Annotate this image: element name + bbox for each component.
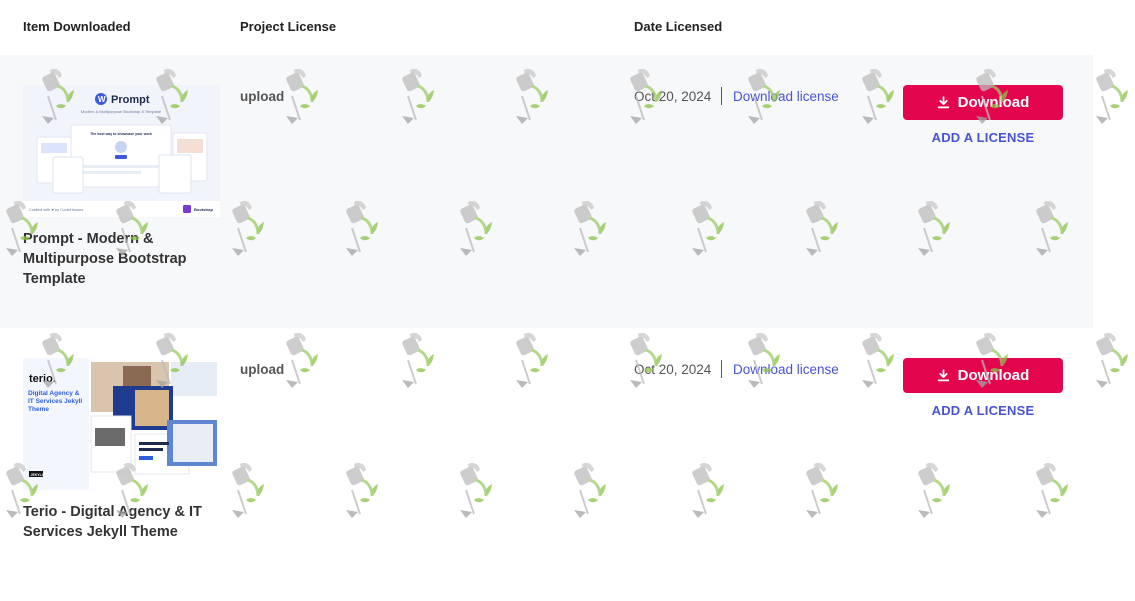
thumb-badge: JEKYLL <box>31 473 45 477</box>
watermark-icon <box>1090 330 1132 392</box>
download-button[interactable]: Download <box>903 358 1063 393</box>
separator <box>721 87 722 105</box>
thumb-tagline: Digital Agency & IT Services Jekyll Them… <box>28 390 83 413</box>
table-header: Item Downloaded Project License Date Lic… <box>0 0 1093 55</box>
download-button[interactable]: Download <box>903 85 1063 120</box>
item-thumbnail[interactable]: terio. Digital Agency & IT Services Jeky… <box>23 358 220 490</box>
table-row: W Prompt Modern & Multipurpose Bootstrap… <box>0 55 1093 328</box>
separator <box>721 360 722 378</box>
column-header-date: Date Licensed <box>634 19 723 34</box>
project-license: upload <box>240 362 285 377</box>
thumb-subtitle: Modern & Multipurpose Bootstrap 5 Templa… <box>81 109 162 114</box>
date-licensed: Oct 20, 2024 <box>634 362 712 377</box>
item-title[interactable]: Terio - Digital Agency & IT Services Jek… <box>23 502 213 542</box>
column-header-license: Project License <box>240 19 337 34</box>
thumb-brand: Prompt <box>111 94 150 106</box>
add-license-link[interactable]: ADD A LICENSE <box>903 130 1063 145</box>
column-header-item: Item Downloaded <box>23 19 131 34</box>
thumb-brand: terio. <box>29 373 56 385</box>
download-icon <box>937 369 949 382</box>
item-thumbnail[interactable]: W Prompt Modern & Multipurpose Bootstrap… <box>23 85 220 217</box>
terio-thumbnail-image: terio. Digital Agency & IT Services Jeky… <box>23 358 220 490</box>
add-license-link[interactable]: ADD A LICENSE <box>903 403 1063 418</box>
table-row: terio. Digital Agency & IT Services Jeky… <box>0 328 1093 601</box>
svg-text:W: W <box>98 95 106 104</box>
date-licensed: Oct 20, 2024 <box>634 89 712 104</box>
download-license-link[interactable]: Download license <box>733 362 839 377</box>
download-icon <box>937 96 949 109</box>
download-license-link[interactable]: Download license <box>733 89 839 104</box>
download-button-label: Download <box>957 367 1030 384</box>
thumb-badge: Bootstrap <box>194 207 213 212</box>
project-license: upload <box>240 89 285 104</box>
thumb-footer: Crafted with ♥ by CodeHouses <box>29 207 83 212</box>
download-button-label: Download <box>957 94 1030 111</box>
item-title[interactable]: Prompt - Modern & Multipurpose Bootstrap… <box>23 229 213 289</box>
thumb-headline: The best way to showcase your work <box>90 132 152 136</box>
prompt-thumbnail-image: W Prompt Modern & Multipurpose Bootstrap… <box>23 85 220 217</box>
watermark-icon <box>1090 66 1132 128</box>
